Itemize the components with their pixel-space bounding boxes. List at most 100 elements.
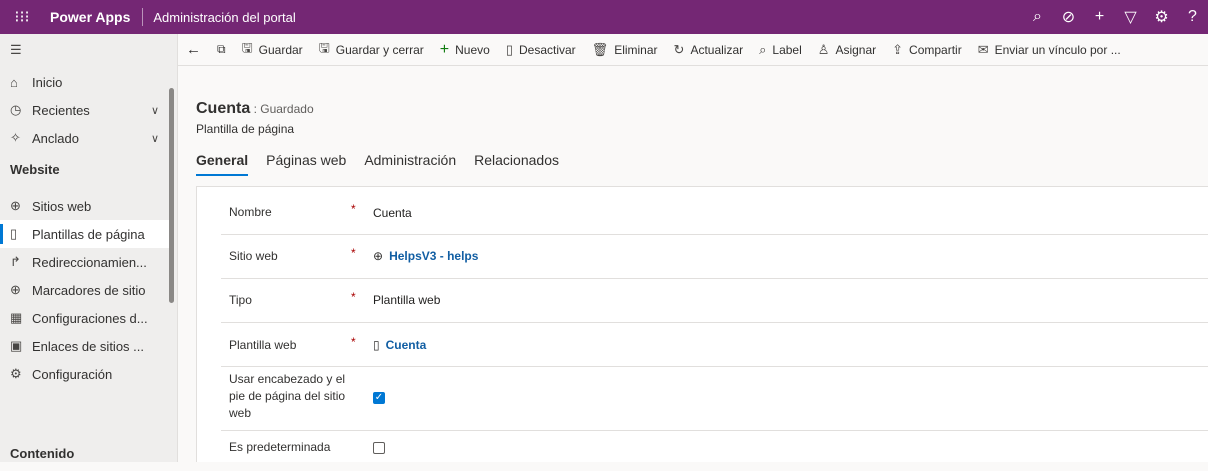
sidebar-item-enlaces[interactable]: ▣ Enlaces de sitios ...: [0, 332, 169, 360]
deactivate-label: Desactivar: [518, 42, 576, 57]
save-button[interactable]: 🖫 Guardar: [234, 34, 311, 65]
sidebar-item-label: Redireccionamien...: [32, 254, 147, 270]
target-icon[interactable]: ⊘: [1053, 7, 1084, 27]
sidebar-item-configuracion[interactable]: ⚙ Configuración: [0, 360, 169, 388]
tab-relacionados[interactable]: Relacionados: [474, 152, 559, 176]
tab-general[interactable]: General: [196, 152, 249, 176]
sidebar-item-label: Marcadores de sitio: [32, 282, 146, 298]
sidebar-item-label: Sitios web: [32, 198, 92, 214]
brand-name[interactable]: Power Apps: [44, 9, 130, 25]
top-icons: ⌕ ⊘ + ▽ ⚙ ?: [1022, 7, 1208, 27]
delete-label: Eliminar: [614, 42, 658, 57]
tipo-select[interactable]: Plantilla web: [373, 293, 440, 307]
sitio-web-lookup[interactable]: ⊕ HelpsV3 - helps: [373, 249, 478, 263]
search-icon[interactable]: ⌕: [1022, 8, 1053, 26]
field-label: Usar encabezado y el pie de página del s…: [229, 372, 346, 420]
hamburger-menu[interactable]: ☰: [0, 36, 169, 64]
app-title[interactable]: Administración del portal: [153, 10, 295, 25]
section-website: Website: [10, 162, 60, 177]
record-status: : Guardado: [253, 102, 314, 116]
chevron-down-icon[interactable]: ∨: [151, 104, 159, 117]
sidebar-item-sitios-web[interactable]: ⊕ Sitios web: [0, 192, 169, 220]
save-close-button[interactable]: 🖫 Guardar y cerrar: [311, 34, 432, 65]
sitio-web-value[interactable]: HelpsV3 - helps: [389, 249, 478, 263]
label-label: Label: [772, 42, 802, 57]
field-label: Tipo: [229, 293, 252, 307]
home-icon: ⌂: [10, 74, 18, 90]
field-label: Nombre: [229, 205, 272, 219]
sidebar-item-label: Anclado: [32, 130, 79, 146]
record-title: Cuenta: [196, 100, 251, 117]
delete-button[interactable]: 🗑 Eliminar: [584, 34, 666, 65]
page-icon: ▯: [373, 338, 380, 352]
section-contenido: Contenido: [10, 446, 75, 461]
tab-paginas-web[interactable]: Páginas web: [266, 152, 346, 176]
general-form: Nombre * Cuenta Sitio web * ⊕ HelpsV3 - …: [196, 186, 1208, 462]
label-button[interactable]: ⌕ Label: [751, 34, 810, 65]
sidebar-item-label: Enlaces de sitios ...: [32, 338, 144, 354]
field-label: Sitio web: [229, 249, 278, 263]
link-page-icon: ▣: [10, 338, 23, 353]
hamburger-icon[interactable]: ☰: [10, 42, 32, 58]
sidebar-scrollbar[interactable]: [169, 88, 174, 303]
field-usar-encabezado: Usar encabezado y el pie de página del s…: [221, 367, 1208, 431]
email-link-button[interactable]: ✉ Enviar un vínculo por ...: [970, 34, 1129, 65]
globe-icon: ⊕: [10, 282, 21, 297]
required-marker: *: [351, 290, 356, 304]
app-launcher-icon[interactable]: ⁝⁝⁝: [0, 0, 44, 34]
sidebar: ☰ ⌂ Inicio ◷ Recientes ∨ ✧ Anclado ∨ Web…: [0, 34, 178, 462]
share-button[interactable]: ⇪ Compartir: [884, 34, 970, 65]
email-link-label: Enviar un vínculo por ...: [994, 42, 1121, 57]
popout-button[interactable]: ⧉: [209, 34, 234, 65]
share-icon: ⇪: [892, 41, 904, 57]
refresh-button[interactable]: ↻ Actualizar: [666, 34, 752, 65]
trash-icon: 🗑: [591, 41, 609, 57]
command-bar: ← ⧉ 🖫 Guardar 🖫 Guardar y cerrar + Nuevo ▯ D…: [178, 34, 1208, 66]
sidebar-item-configuraciones[interactable]: ▦ Configuraciones d...: [0, 304, 169, 332]
usar-encabezado-checkbox[interactable]: ✓: [373, 392, 385, 404]
top-bar: ⁝⁝⁝ Power Apps Administración del portal…: [0, 0, 1208, 34]
sidebar-item-recientes[interactable]: ◷ Recientes ∨: [0, 96, 169, 124]
back-button[interactable]: ←: [178, 34, 209, 65]
save-icon: 🖫: [241, 39, 253, 55]
required-marker: *: [351, 246, 356, 260]
settings-table-icon: ▦: [10, 310, 23, 325]
required-marker: *: [351, 202, 356, 216]
field-plantilla-web: Plantilla web * ▯ Cuenta: [221, 323, 1208, 367]
share-label: Compartir: [909, 42, 962, 57]
sidebar-item-anclado[interactable]: ✧ Anclado ∨: [0, 124, 169, 152]
save-close-label: Guardar y cerrar: [335, 42, 424, 57]
sidebar-item-label: Configuraciones d...: [32, 310, 148, 326]
plantilla-web-lookup[interactable]: ▯ Cuenta: [373, 338, 426, 352]
globe-icon: ⊕: [373, 249, 384, 263]
sidebar-item-plantillas[interactable]: ▯ Plantillas de página: [0, 220, 169, 248]
mail-link-icon: ✉: [977, 41, 989, 57]
chevron-down-icon[interactable]: ∨: [151, 132, 159, 145]
assign-label: Asignar: [835, 42, 877, 57]
tab-administracion[interactable]: Administración: [364, 152, 456, 176]
sidebar-item-redireccionamientos[interactable]: ↱ Redireccionamien...: [0, 248, 169, 276]
field-tipo: Tipo * Plantilla web: [221, 279, 1208, 323]
save-label: Guardar: [258, 42, 303, 57]
gear-icon[interactable]: ⚙: [1146, 7, 1177, 27]
assign-icon: ♙: [817, 41, 830, 57]
field-sitio-web: Sitio web * ⊕ HelpsV3 - helps: [221, 235, 1208, 279]
es-predeterminada-checkbox[interactable]: [373, 442, 385, 454]
pin-icon: ✧: [10, 130, 21, 145]
sidebar-item-inicio[interactable]: ⌂ Inicio: [0, 68, 169, 96]
sidebar-item-label: Configuración: [32, 366, 113, 382]
nombre-input[interactable]: Cuenta: [373, 206, 412, 220]
help-icon[interactable]: ?: [1177, 8, 1208, 26]
plus-icon[interactable]: +: [1084, 8, 1115, 26]
sidebar-item-marcadores[interactable]: ⊕ Marcadores de sitio: [0, 276, 169, 304]
plantilla-web-value[interactable]: Cuenta: [386, 338, 427, 352]
deactivate-icon: ▯: [505, 41, 513, 57]
page-icon: ▯: [10, 226, 18, 241]
popout-icon: ⧉: [217, 42, 226, 56]
refresh-label: Actualizar: [690, 42, 744, 57]
sidebar-item-label: Recientes: [32, 102, 90, 118]
deactivate-button[interactable]: ▯ Desactivar: [498, 34, 584, 65]
filter-icon[interactable]: ▽: [1115, 7, 1146, 27]
assign-button[interactable]: ♙ Asignar: [810, 34, 884, 65]
new-button[interactable]: + Nuevo: [432, 34, 498, 65]
